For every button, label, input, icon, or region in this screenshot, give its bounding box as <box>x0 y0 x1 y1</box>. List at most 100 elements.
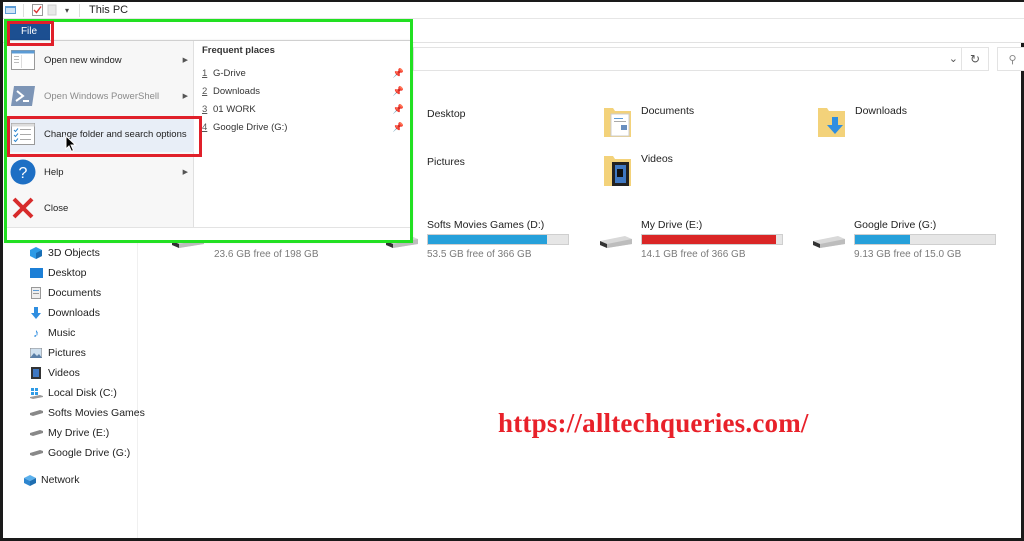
customize-dropdown-icon[interactable]: ▾ <box>60 4 74 17</box>
close-icon <box>10 195 36 221</box>
menu-item-label: Help <box>44 166 64 178</box>
title-bar: ▾ This PC <box>3 2 1024 19</box>
refresh-button[interactable]: ↻ <box>961 47 989 71</box>
frequent-place-item[interactable]: 3 01 WORK 📌 <box>202 101 408 117</box>
separator <box>23 3 24 17</box>
folder-pictures[interactable]: Pictures <box>427 156 465 168</box>
downloads-icon <box>29 307 43 319</box>
file-tab[interactable]: File <box>8 22 50 41</box>
drive-usage-bar <box>641 234 783 245</box>
nav-label: Softs Movies Games <box>48 407 145 419</box>
drive-name: My Drive (E:) <box>641 219 703 231</box>
downloads-folder-icon <box>818 108 845 137</box>
nav-item-local-disk-c[interactable]: Local Disk (C:) <box>29 385 117 401</box>
music-icon: ♪ <box>33 326 39 340</box>
drive-g[interactable]: Google Drive (G:) 9.13 GB free of 15.0 G… <box>812 219 1012 263</box>
drive-icon <box>813 236 845 248</box>
refresh-icon: ↻ <box>969 52 981 66</box>
mouse-cursor-icon <box>65 135 77 153</box>
drive-name: Google Drive (G:) <box>854 219 937 231</box>
menu-item-help[interactable]: ? Help ▶ <box>6 154 194 190</box>
videos-folder-icon <box>604 156 631 186</box>
submenu-arrow-icon: ▶ <box>182 93 188 100</box>
menu-item-label: Close <box>44 202 69 214</box>
folder-desktop[interactable]: Desktop <box>427 108 466 120</box>
frequent-places-header: Frequent places <box>202 45 275 56</box>
frequent-place-label: Google Drive (G:) <box>213 121 288 133</box>
nav-item-pictures[interactable]: Pictures <box>29 345 86 361</box>
frequent-place-label: G-Drive <box>213 67 246 79</box>
pin-icon[interactable]: 📌 <box>393 104 404 115</box>
nav-label: Videos <box>48 367 80 379</box>
drive-icon <box>29 407 43 419</box>
nav-label: Documents <box>48 287 102 299</box>
search-input[interactable]: ⚲ <box>997 47 1024 71</box>
nav-label: Google Drive (G:) <box>48 447 131 459</box>
frequent-place-number: 2 <box>202 85 208 97</box>
window-icon[interactable] <box>4 4 18 17</box>
drive-e[interactable]: My Drive (E:) 14.1 GB free of 366 GB <box>599 219 799 263</box>
folder-label: Pictures <box>427 156 465 168</box>
nav-label: Desktop <box>48 267 87 279</box>
menu-item-label: Open Windows PowerShell <box>44 90 160 102</box>
drive-icon <box>29 447 43 459</box>
network-icon <box>22 474 36 486</box>
help-icon: ? <box>10 159 36 185</box>
nav-label: Downloads <box>48 307 100 319</box>
pin-icon[interactable]: 📌 <box>393 122 404 133</box>
menu-item-open-new-window[interactable]: Open new window ▶ <box>6 42 194 78</box>
frequent-place-item[interactable]: 4 Google Drive (G:) 📌 <box>202 119 408 135</box>
frequent-place-label: Downloads <box>213 85 260 97</box>
pin-icon[interactable]: 📌 <box>393 68 404 79</box>
nav-item-music[interactable]: ♪ Music <box>29 325 75 341</box>
frequent-place-item[interactable]: 1 G-Drive 📌 <box>202 65 408 81</box>
nav-item-3d-objects[interactable]: 3D Objects <box>29 245 100 261</box>
frequent-place-number: 4 <box>202 121 208 133</box>
svg-text:?: ? <box>19 165 28 182</box>
folder-label: Downloads <box>855 105 907 117</box>
nav-label: Music <box>48 327 76 339</box>
nav-item-google-drive-g[interactable]: Google Drive (G:) <box>29 445 130 461</box>
documents-folder-icon <box>604 108 631 137</box>
folder-label: Desktop <box>427 108 466 120</box>
desktop-icon <box>29 267 43 279</box>
drive-usage-fill <box>855 235 910 244</box>
chevron-down-icon[interactable]: ⌄ <box>949 52 958 65</box>
submenu-arrow-icon: ▶ <box>182 169 188 176</box>
navigation-pane: 3D Objects Desktop Documents Downloads ♪… <box>3 242 145 538</box>
folder-videos[interactable]: Videos <box>603 153 673 189</box>
new-folder-icon[interactable] <box>45 4 59 17</box>
nav-item-network[interactable]: Network <box>22 472 80 488</box>
menu-item-close[interactable]: Close <box>6 190 194 226</box>
address-bar[interactable]: ⌄ <box>413 47 989 71</box>
menu-item-change-folder-options[interactable]: Change folder and search options <box>6 116 194 152</box>
frequent-place-label: 01 WORK <box>213 103 256 115</box>
folder-downloads[interactable]: Downloads <box>817 105 907 139</box>
drive-usage-fill <box>642 235 777 244</box>
videos-icon <box>29 367 43 379</box>
properties-check-icon[interactable] <box>30 4 44 17</box>
menu-item-open-powershell[interactable]: Open Windows PowerShell ▶ <box>6 78 194 114</box>
3d-objects-icon <box>29 247 43 259</box>
file-menu-commands: Open new window ▶ Open Windows PowerShel… <box>6 41 194 227</box>
nav-label: My Drive (E:) <box>48 427 110 439</box>
file-menu-footer <box>6 227 410 241</box>
nav-item-downloads[interactable]: Downloads <box>29 305 100 321</box>
nav-item-desktop[interactable]: Desktop <box>29 265 87 281</box>
drive-icon <box>29 427 43 439</box>
folder-documents[interactable]: Documents <box>603 105 694 139</box>
drive-d[interactable]: Softs Movies Games (D:) 53.5 GB free of … <box>385 219 585 263</box>
documents-icon <box>29 287 43 299</box>
nav-item-documents[interactable]: Documents <box>29 285 101 301</box>
separator <box>79 3 80 17</box>
frequent-place-item[interactable]: 2 Downloads 📌 <box>202 83 408 99</box>
drive-usage-bar <box>427 234 569 245</box>
pin-icon[interactable]: 📌 <box>393 86 404 97</box>
drive-usage-bar <box>854 234 996 245</box>
nav-item-videos[interactable]: Videos <box>29 365 80 381</box>
drive-free-space: 14.1 GB free of 366 GB <box>641 249 746 260</box>
explorer-window: ▾ This PC File ⌄ ↻ ⚲ Desktop Documents D… <box>0 0 1024 541</box>
nav-item-my-drive-e[interactable]: My Drive (E:) <box>29 425 109 441</box>
nav-item-softs-movies-games[interactable]: Softs Movies Games <box>29 405 145 421</box>
frequent-place-number: 1 <box>202 67 208 79</box>
